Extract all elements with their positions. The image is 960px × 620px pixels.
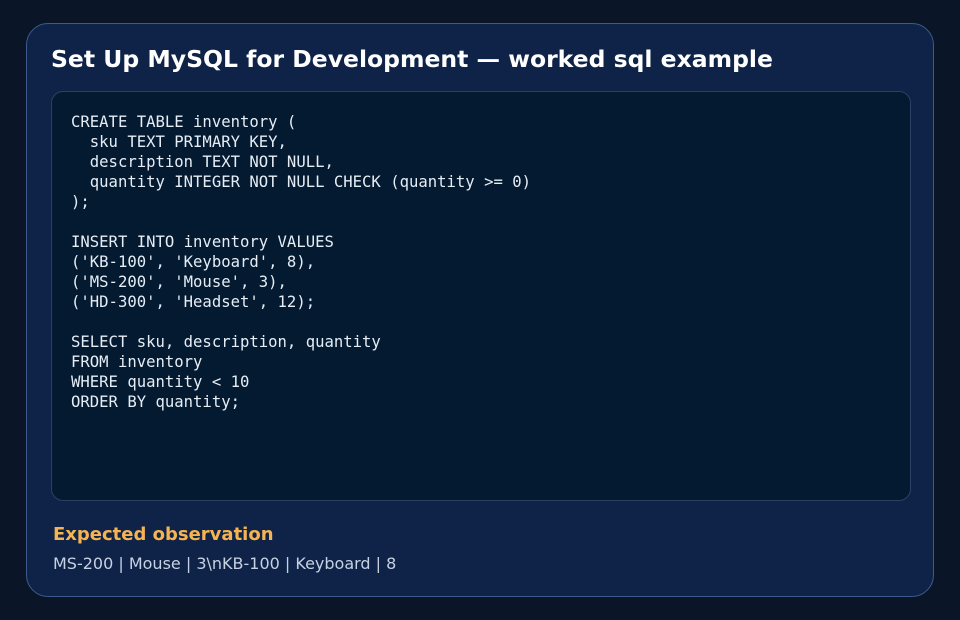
code-block: CREATE TABLE inventory ( sku TEXT PRIMAR… (51, 91, 911, 501)
observation-heading: Expected observation (53, 524, 274, 545)
observation-text: MS-200 | Mouse | 3\nKB-100 | Keyboard | … (53, 554, 397, 573)
example-card: Set Up MySQL for Development — worked sq… (26, 23, 934, 597)
page-title: Set Up MySQL for Development — worked sq… (51, 45, 773, 73)
sql-code: CREATE TABLE inventory ( sku TEXT PRIMAR… (71, 113, 532, 411)
